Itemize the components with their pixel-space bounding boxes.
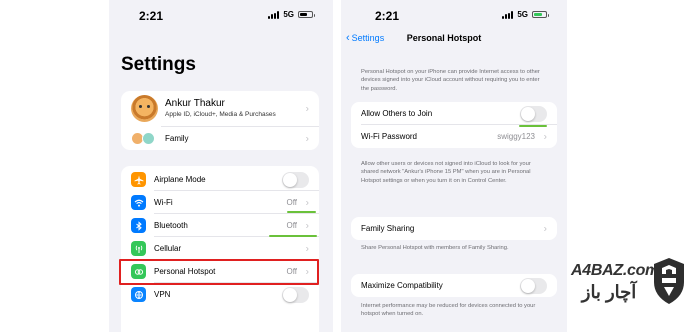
signal-icon	[268, 10, 280, 19]
shield-logo-icon	[654, 258, 684, 304]
settings-row-airplane-mode[interactable]: Airplane Mode	[121, 168, 319, 191]
hotspot-highlight-box	[119, 259, 319, 285]
family-label: Family	[165, 134, 189, 143]
watermark-latin-text: A4BAZ.com	[571, 262, 659, 279]
wifi-highlight-underline	[287, 211, 316, 213]
wifi-password-row[interactable]: Wi-Fi Password swiggy123 ›	[351, 125, 557, 148]
vpn-icon	[131, 287, 146, 302]
next-section-card	[121, 322, 319, 332]
status-bar: 2:21 5G	[341, 0, 567, 30]
profile-name: Ankur Thakur	[165, 98, 225, 109]
status-time: 2:21	[139, 9, 164, 23]
row-label: Cellular	[154, 244, 182, 253]
status-bar: 2:21 5G	[109, 0, 333, 30]
bluetooth-icon	[131, 218, 146, 233]
airplane-icon	[131, 172, 146, 187]
network-label: 5G	[283, 10, 294, 19]
apple-id-row[interactable]: Ankur Thakur Apple ID, iCloud+, Media & …	[121, 91, 319, 126]
avatar	[131, 95, 158, 122]
maximize-compatibility-row: Maximize Compatibility	[351, 274, 557, 297]
chevron-right-icon: ›	[305, 243, 309, 254]
compatibility-note: Internet performance may be reduced for …	[361, 303, 536, 318]
cellular-icon	[131, 241, 146, 256]
chevron-right-icon: ›	[543, 223, 547, 234]
chevron-right-icon: ›	[305, 197, 309, 208]
settings-row-vpn[interactable]: VPN	[121, 283, 319, 306]
maximize-compatibility-toggle[interactable]	[520, 277, 547, 294]
settings-row-bluetooth[interactable]: Bluetooth Off ›	[121, 214, 319, 237]
chevron-right-icon: ›	[305, 133, 309, 144]
family-sharing-label: Family Sharing	[361, 224, 415, 233]
family-row[interactable]: Family ›	[121, 127, 319, 150]
wifi-icon	[131, 195, 146, 210]
compatibility-card: Maximize Compatibility	[351, 274, 557, 297]
allow-others-row: Allow Others to Join	[351, 102, 557, 125]
status-time: 2:21	[375, 9, 400, 23]
toggle-highlight-underline	[519, 125, 547, 127]
wifi-status: Off	[286, 198, 297, 207]
vpn-toggle[interactable]	[282, 286, 309, 303]
settings-screen: 2:21 5G Settings Ankur Thakur Apple ID, …	[109, 0, 333, 332]
family-avatars	[131, 132, 158, 145]
bluetooth-status: Off	[286, 221, 297, 230]
page-title: Personal Hotspot	[406, 33, 482, 43]
network-label: 5G	[517, 10, 528, 19]
chevron-right-icon: ›	[305, 220, 309, 231]
connectivity-list: Airplane Mode Wi-Fi Off › Bluetooth Off …	[121, 166, 319, 332]
join-note-text: Allow other users or devices not signed …	[361, 161, 531, 184]
maximize-compatibility-label: Maximize Compatibility	[361, 281, 443, 290]
chevron-right-icon: ›	[305, 103, 309, 114]
page-title: Settings	[121, 54, 196, 75]
battery-charging-icon	[532, 11, 549, 18]
watermark-logo: A4BAZ.com آچار باز	[571, 250, 691, 310]
status-indicators: 5G	[502, 10, 549, 19]
personal-hotspot-screen: 2:21 5G ‹ Settings Personal Hotspot Pers…	[341, 0, 567, 332]
signal-icon	[502, 10, 514, 19]
watermark-persian-text: آچار باز	[581, 282, 637, 302]
navigation-bar: ‹ Settings Personal Hotspot	[341, 32, 567, 49]
allow-others-label: Allow Others to Join	[361, 109, 433, 118]
screenshot-page: 2:21 5G Settings Ankur Thakur Apple ID, …	[0, 0, 694, 332]
profile-subtitle: Apple ID, iCloud+, Media & Purchases	[165, 111, 276, 118]
family-sharing-card: Family Sharing ›	[351, 217, 557, 240]
apple-id-card: Ankur Thakur Apple ID, iCloud+, Media & …	[121, 91, 319, 150]
allow-others-toggle[interactable]	[520, 105, 547, 122]
settings-row-cellular[interactable]: Cellular ›	[121, 237, 319, 260]
family-sharing-row[interactable]: Family Sharing ›	[351, 217, 557, 240]
family-sharing-note: Share Personal Hotspot with members of F…	[361, 245, 509, 251]
wifi-password-value: swiggy123	[497, 132, 535, 141]
bluetooth-highlight-underline	[269, 235, 317, 237]
battery-icon	[298, 11, 315, 18]
hotspot-intro-text: Personal Hotspot on your iPhone can prov…	[361, 69, 540, 92]
airplane-mode-toggle[interactable]	[282, 171, 309, 188]
chevron-right-icon: ›	[543, 131, 547, 142]
wifi-password-label: Wi-Fi Password	[361, 132, 418, 141]
status-indicators: 5G	[268, 10, 315, 19]
